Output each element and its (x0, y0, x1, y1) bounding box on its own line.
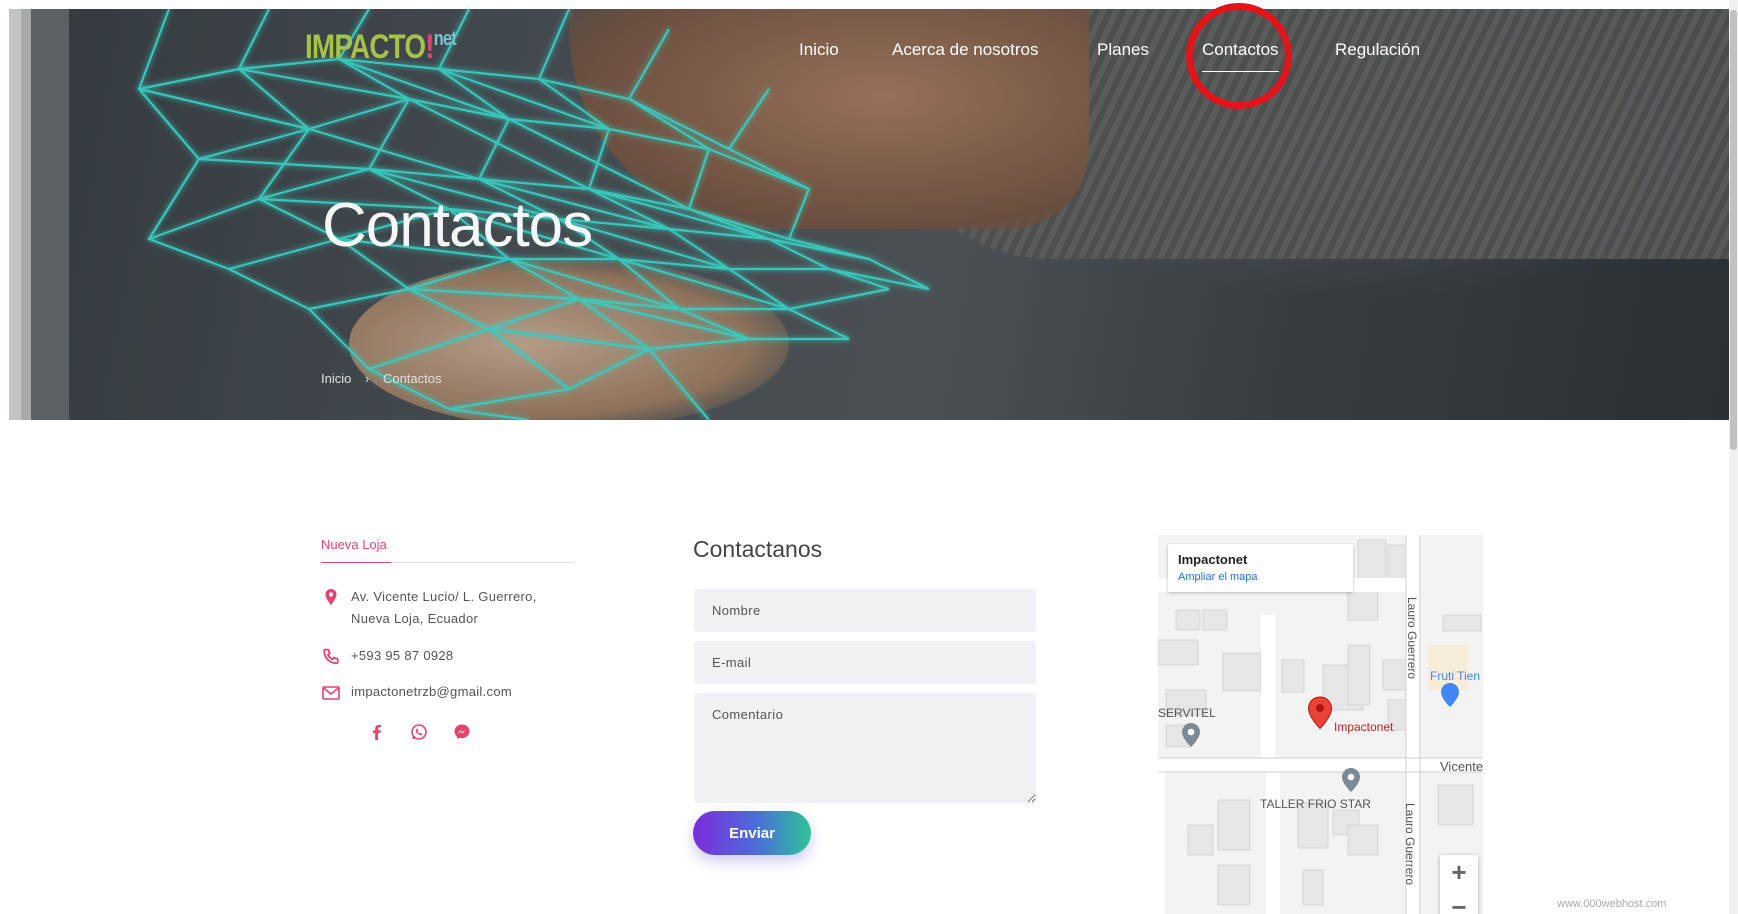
location-divider (321, 562, 573, 563)
map-enlarge-link[interactable]: Ampliar el mapa (1178, 571, 1257, 583)
marker-impactonet[interactable] (1307, 696, 1333, 730)
poi-label-servitel: SERVITEL (1158, 706, 1216, 720)
breadcrumb: Inicio › Contactos (321, 371, 452, 386)
hero-overlay (9, 9, 1729, 420)
map-place-name: Impactonet (1178, 552, 1248, 567)
hosting-badge[interactable]: www.000webhost.com (1557, 898, 1666, 910)
comment-textarea[interactable] (694, 693, 1036, 803)
whatsapp-icon[interactable] (409, 722, 429, 742)
breadcrumb-home[interactable]: Inicio (321, 371, 351, 386)
nav-item-acerca[interactable]: Acerca de nosotros (892, 40, 1038, 60)
breadcrumb-separator: › (364, 371, 370, 386)
address-line-2: Nueva Loja, Ecuador (351, 611, 479, 626)
email-input[interactable] (694, 641, 1036, 684)
street-label-1: Lauro Guerrero (1405, 597, 1419, 680)
zoom-in-button[interactable]: + (1440, 855, 1478, 890)
nav-item-planes[interactable]: Planes (1097, 40, 1149, 60)
poi-label-taller: TALLER FRIO STAR (1260, 797, 1371, 811)
form-title: Contactanos (693, 536, 823, 562)
mail-icon (322, 686, 340, 700)
hero-banner (9, 9, 1729, 420)
name-input[interactable] (694, 589, 1036, 632)
main-nav: Inicio Acerca de nosotros Planes Contact… (0, 40, 1738, 72)
nav-item-inicio[interactable]: Inicio (799, 40, 839, 60)
marker-fruti (1441, 683, 1459, 707)
address-line-1: Av. Vicente Lucio/ L. Guerrero, (351, 589, 537, 604)
phone-number[interactable]: +593 95 87 0928 (351, 645, 453, 667)
street-label-2: Lauro Guerrero (1403, 803, 1417, 886)
email-address[interactable]: impactonetrzb@gmail.com (351, 681, 512, 703)
location-title: Nueva Loja (321, 537, 387, 552)
page-scrollbar[interactable] (1729, 0, 1738, 914)
street-label-3: Vicente (1440, 759, 1483, 774)
send-button[interactable]: Enviar (693, 811, 811, 855)
marker-label: Impactonet (1334, 720, 1394, 734)
facebook-icon[interactable] (367, 722, 387, 742)
phone-icon (323, 648, 339, 665)
breadcrumb-current: Contactos (382, 371, 442, 386)
map-place-card: Impactonet Ampliar el mapa (1168, 544, 1353, 592)
zoom-out-button[interactable]: − (1440, 890, 1478, 914)
highlight-circle-annotation (1186, 3, 1292, 109)
map-zoom-controls: + − (1440, 855, 1478, 914)
map-pin-icon (325, 589, 337, 605)
page-title: Contactos (322, 191, 593, 260)
scrollbar-thumb[interactable] (1730, 10, 1737, 450)
embedded-map[interactable]: Impactonet Ampliar el mapa Lauro Guerrer… (1158, 535, 1483, 914)
nav-item-regulacion[interactable]: Regulación (1335, 40, 1420, 60)
messenger-icon[interactable] (452, 722, 472, 742)
poi-label-fruti: Fruti Tien (1430, 669, 1481, 683)
